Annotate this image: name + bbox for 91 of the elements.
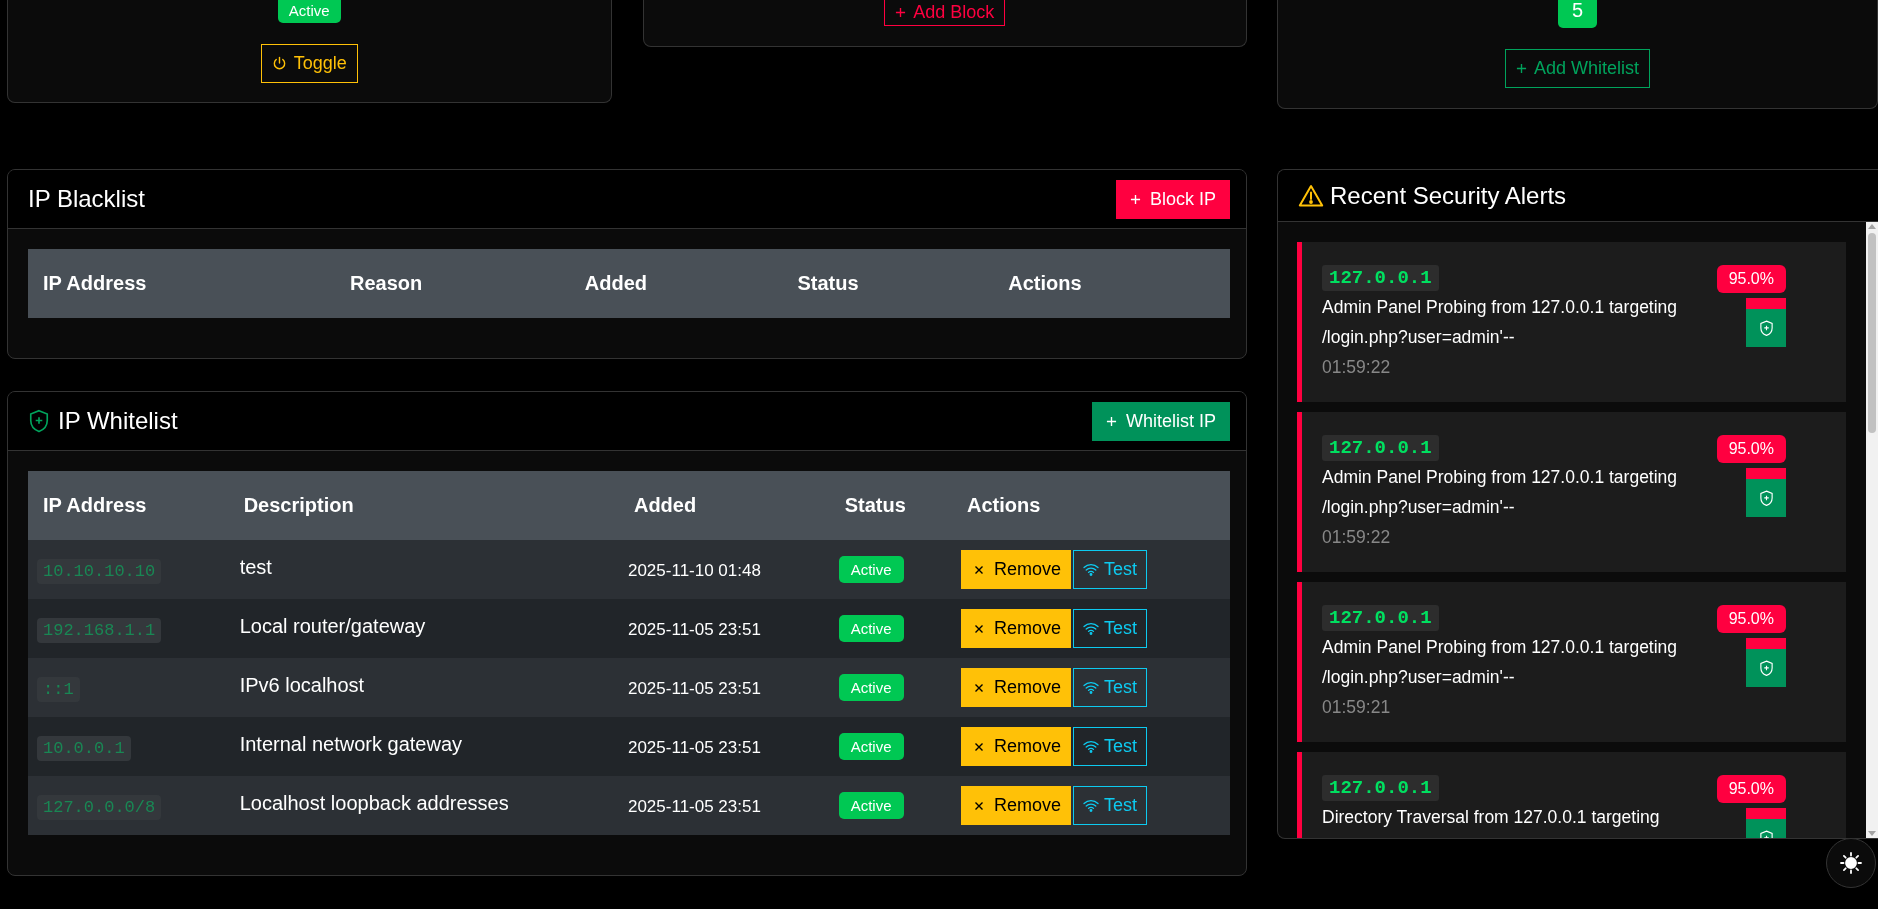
remove-button[interactable]: Remove xyxy=(961,609,1072,648)
column-header: Added xyxy=(584,272,647,294)
card-title: Recent Security Alerts xyxy=(1330,181,1567,210)
add-whitelist-button[interactable]: Add Whitelist xyxy=(1504,49,1650,88)
plus-icon xyxy=(1105,415,1117,427)
table-cell: Localhost loopback addresses xyxy=(239,792,509,814)
alert-time: 01:59:22 xyxy=(1322,356,1392,379)
alert-message: Admin Panel Probing from 127.0.0.1 targeting /login.php?user=admin'-- xyxy=(1322,296,1679,349)
status-badge: Active xyxy=(838,674,904,701)
whitelist-ip-button[interactable]: Whitelist IP xyxy=(1091,401,1230,441)
column-header: Actions xyxy=(967,494,1041,516)
column-header: Reason xyxy=(350,272,423,294)
wifi-icon xyxy=(1083,622,1100,635)
test-button[interactable]: Test xyxy=(1073,727,1148,766)
test-button[interactable]: Test xyxy=(1073,609,1148,648)
close-icon xyxy=(974,741,985,752)
ip-address: 127.0.0.1 xyxy=(1322,775,1439,801)
table-cell: 2025-11-05 23:51 xyxy=(627,679,761,698)
block-ip-button[interactable]: Block IP xyxy=(1115,179,1230,219)
toggle-button[interactable]: Toggle xyxy=(260,44,358,83)
shield-icon xyxy=(1758,319,1774,337)
ip-address: 10.10.10.10 xyxy=(37,559,162,584)
column-header: Status xyxy=(797,272,859,294)
table-cell: IPv6 localhost xyxy=(239,674,365,696)
test-button[interactable]: Test xyxy=(1073,668,1148,707)
ip-address: 127.0.0.0/8 xyxy=(37,795,162,820)
whitelist-button[interactable] xyxy=(1746,309,1786,347)
table-cell: 2025-11-05 23:51 xyxy=(627,738,761,757)
column-header: Description xyxy=(243,494,354,516)
ip-address: 127.0.0.1 xyxy=(1322,435,1439,461)
confidence-badge: 95.0% xyxy=(1716,775,1786,803)
remove-button[interactable]: Remove xyxy=(961,727,1072,766)
confidence-badge: 95.0% xyxy=(1716,435,1786,463)
close-icon xyxy=(974,564,985,575)
card-title: IP Whitelist xyxy=(58,407,178,435)
table-cell: test xyxy=(239,556,272,578)
card-title: IP Blacklist xyxy=(28,185,145,213)
shield-icon xyxy=(28,408,50,434)
confidence-badge: 95.0% xyxy=(1716,265,1786,293)
alert-time: 01:59:21 xyxy=(1322,696,1392,719)
ip-address: 10.0.0.1 xyxy=(37,736,131,761)
remove-button[interactable]: Remove xyxy=(961,786,1072,825)
column-header: Actions xyxy=(1008,272,1082,294)
wifi-icon xyxy=(1083,681,1100,694)
status-badge: Active xyxy=(838,615,904,642)
table-cell: 2025-11-05 23:51 xyxy=(627,620,761,639)
alert-message: Admin Panel Probing from 127.0.0.1 targeting /login.php?user=admin'-- xyxy=(1322,636,1679,689)
whitelist-button[interactable] xyxy=(1746,649,1786,687)
status-badge: Active xyxy=(277,0,341,23)
warning-icon xyxy=(1298,184,1324,207)
plus-icon xyxy=(895,6,907,18)
shield-icon xyxy=(1758,659,1774,677)
count-badge: 5 xyxy=(1557,0,1598,28)
status-badge: Active xyxy=(838,792,904,819)
add-block-button[interactable]: Add Block xyxy=(884,0,1006,26)
close-icon xyxy=(974,682,985,693)
close-icon xyxy=(974,623,985,634)
whitelist-button[interactable] xyxy=(1746,479,1786,517)
remove-button[interactable]: Remove xyxy=(961,668,1072,707)
wifi-icon xyxy=(1083,799,1100,812)
wifi-icon xyxy=(1083,740,1100,753)
alert-message: Directory Traversal from 127.0.0.1 targeting xyxy=(1322,806,1661,829)
status-badge: Active xyxy=(838,556,904,583)
alert-time: 01:59:22 xyxy=(1322,526,1392,549)
plus-icon xyxy=(1129,193,1141,205)
remove-button[interactable]: Remove xyxy=(961,550,1072,589)
ip-address: 192.168.1.1 xyxy=(37,618,162,643)
sun-icon xyxy=(1840,852,1862,874)
confidence-badge: 95.0% xyxy=(1716,605,1786,633)
table-cell: 2025-11-10 01:48 xyxy=(627,561,761,580)
table-cell: 2025-11-05 23:51 xyxy=(627,797,761,816)
table-cell: Local router/gateway xyxy=(239,615,426,637)
theme-toggle-button[interactable] xyxy=(1826,838,1876,888)
test-button[interactable]: Test xyxy=(1073,550,1148,589)
alert-message: Admin Panel Probing from 127.0.0.1 targeting /login.php?user=admin'-- xyxy=(1322,466,1679,519)
wifi-icon xyxy=(1083,563,1100,576)
table-cell: Internal network gateway xyxy=(239,733,462,755)
status-badge: Active xyxy=(838,733,904,760)
ip-address: ::1 xyxy=(37,677,80,702)
scrollbar[interactable] xyxy=(1866,222,1878,838)
shield-icon xyxy=(1758,489,1774,507)
test-button[interactable]: Test xyxy=(1073,786,1148,825)
ip-address: 127.0.0.1 xyxy=(1322,265,1439,291)
column-header: Status xyxy=(844,494,906,516)
column-header: Added xyxy=(633,494,697,516)
close-icon xyxy=(974,800,985,811)
ip-address: 127.0.0.1 xyxy=(1322,605,1439,631)
column-header: IP Address xyxy=(43,494,147,516)
power-icon xyxy=(271,56,287,71)
plus-icon xyxy=(1515,63,1527,74)
column-header: IP Address xyxy=(43,272,147,294)
